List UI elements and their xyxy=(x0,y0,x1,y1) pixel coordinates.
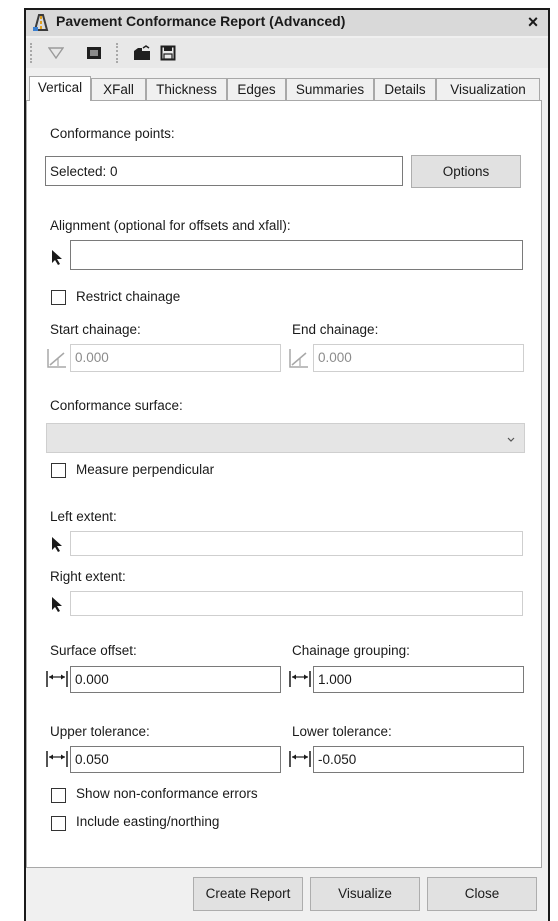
toolbar-grip-icon[interactable] xyxy=(116,43,121,63)
measure-perpendicular-checkbox[interactable] xyxy=(51,463,66,478)
start-chainage-field[interactable]: 0.000 xyxy=(70,344,281,372)
tab-vertical[interactable]: Vertical xyxy=(29,76,91,101)
distance-icon xyxy=(288,669,312,689)
chainage-icon xyxy=(288,347,310,369)
close-button[interactable]: Close xyxy=(427,877,537,911)
pick-pointer-icon[interactable] xyxy=(50,248,64,266)
right-extent-label: Right extent: xyxy=(50,569,126,584)
toolbar-grip-icon[interactable] xyxy=(30,43,35,63)
conformance-surface-select[interactable] xyxy=(46,423,525,453)
restrict-chainage-checkbox[interactable] xyxy=(51,290,66,305)
tab-details[interactable]: Details xyxy=(374,78,436,100)
upper-tolerance-label: Upper tolerance: xyxy=(50,724,150,739)
create-report-button[interactable]: Create Report xyxy=(193,877,303,911)
include-easting-checkbox[interactable] xyxy=(51,816,66,831)
lower-tolerance-field[interactable]: -0.050 xyxy=(313,746,524,773)
visualize-button[interactable]: Visualize xyxy=(310,877,420,911)
app-icon xyxy=(31,12,51,32)
lower-tolerance-label: Lower tolerance: xyxy=(292,724,392,739)
conformance-surface-label: Conformance surface: xyxy=(50,398,183,413)
show-errors-checkbox[interactable] xyxy=(51,788,66,803)
pick-pointer-icon[interactable] xyxy=(50,595,64,613)
restrict-chainage-label: Restrict chainage xyxy=(76,289,181,304)
options-button[interactable]: Options xyxy=(411,155,521,188)
tab-strip: Vertical XFall Thickness Edges Summaries… xyxy=(26,76,548,101)
tab-summaries[interactable]: Summaries xyxy=(286,78,374,100)
distance-icon xyxy=(288,749,312,769)
close-icon[interactable]: × xyxy=(522,10,544,34)
chainage-icon xyxy=(46,347,68,369)
alignment-field[interactable] xyxy=(70,240,523,270)
end-chainage-label: End chainage: xyxy=(292,322,379,337)
measure-perpendicular-label: Measure perpendicular xyxy=(76,462,215,477)
tab-xfall[interactable]: XFall xyxy=(91,78,146,100)
upper-tolerance-field[interactable]: 0.050 xyxy=(70,746,281,773)
conformance-points-label: Conformance points: xyxy=(50,126,175,141)
save-icon[interactable] xyxy=(158,43,178,63)
end-chainage-field[interactable]: 0.000 xyxy=(313,344,524,372)
chainage-grouping-field[interactable]: 1.000 xyxy=(313,666,524,693)
show-errors-label: Show non-conformance errors xyxy=(76,786,258,801)
include-easting-label: Include easting/northing xyxy=(76,814,220,829)
selected-points-field[interactable]: Selected: 0 xyxy=(45,156,403,186)
pick-pointer-icon[interactable] xyxy=(50,535,64,553)
window-icon[interactable] xyxy=(84,43,104,63)
distance-icon xyxy=(45,749,69,769)
surface-offset-label: Surface offset: xyxy=(50,643,137,658)
left-extent-field[interactable] xyxy=(70,531,523,556)
surface-offset-field[interactable]: 0.000 xyxy=(70,666,281,693)
open-folder-icon[interactable] xyxy=(132,43,152,63)
distance-icon xyxy=(45,669,69,689)
tab-visualization[interactable]: Visualization xyxy=(436,78,540,100)
start-chainage-label: Start chainage: xyxy=(50,322,141,337)
dropdown-triangle-icon[interactable] xyxy=(46,43,66,63)
chainage-grouping-label: Chainage grouping: xyxy=(292,643,410,658)
tab-thickness[interactable]: Thickness xyxy=(146,78,227,100)
alignment-label: Alignment (optional for offsets and xfal… xyxy=(50,218,291,233)
right-extent-field[interactable] xyxy=(70,591,523,616)
left-extent-label: Left extent: xyxy=(50,509,117,524)
toolbar xyxy=(26,38,548,68)
tab-edges[interactable]: Edges xyxy=(227,78,286,100)
window-title: Pavement Conformance Report (Advanced) xyxy=(56,13,346,29)
chevron-down-icon xyxy=(506,432,516,447)
